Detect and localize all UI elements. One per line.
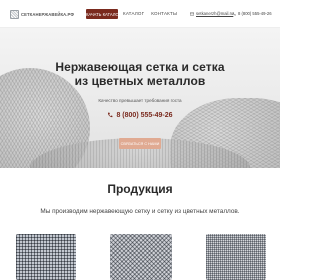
contact-us-button[interactable]: СВЯЗАТЬСЯ С НАМИ — [119, 138, 161, 149]
main-nav: КАТАЛОГ КОНТАКТЫ — [123, 11, 177, 16]
product-card-image[interactable] — [206, 234, 266, 280]
nav-catalog-link[interactable]: КАТАЛОГ — [123, 11, 144, 16]
nav-contacts-link[interactable]: КОНТАКТЫ — [151, 11, 177, 16]
header-email[interactable]: setkanerzh@mail.ru — [190, 11, 233, 16]
download-catalog-button[interactable]: СКАЧАТЬ КАТАЛОГ — [83, 9, 121, 19]
site-header: СЕТКАНЕРЖАВЕЙКА.РФ СКАЧАТЬ КАТАЛОГ КАТАЛ… — [0, 0, 280, 28]
hero-title-line2: из цветных металлов — [74, 74, 206, 88]
hero-phone-text: 8 (800) 555-49-26 — [116, 111, 173, 119]
products-title: Продукция — [107, 182, 173, 196]
phone-text: 8 (800) 555-49-26 — [238, 11, 272, 16]
phone-icon — [108, 112, 113, 118]
hero-subtitle: Качество превышает требования госта — [98, 98, 182, 103]
logo[interactable]: СЕТКАНЕРЖАВЕЙКА.РФ — [10, 9, 74, 19]
products-subtitle: Мы производим нержавеющую сетку и сетку … — [40, 208, 240, 215]
hero-title: Нержавеющая сетка и сетка из цветных мет… — [20, 60, 260, 88]
product-card-image[interactable] — [110, 234, 172, 280]
hero-title-line1: Нержавеющая сетка и сетка — [55, 60, 225, 74]
mesh-logo-icon — [10, 9, 19, 19]
header-phone[interactable]: 8 (800) 555-49-26 — [232, 11, 272, 16]
phone-icon — [232, 11, 236, 15]
logo-text: СЕТКАНЕРЖАВЕЙКА.РФ — [21, 11, 75, 17]
email-text: setkanerzh@mail.ru — [196, 11, 234, 16]
mail-icon — [190, 12, 194, 15]
product-card-image[interactable] — [16, 234, 76, 280]
hero-phone[interactable]: 8 (800) 555-49-26 — [100, 110, 180, 120]
